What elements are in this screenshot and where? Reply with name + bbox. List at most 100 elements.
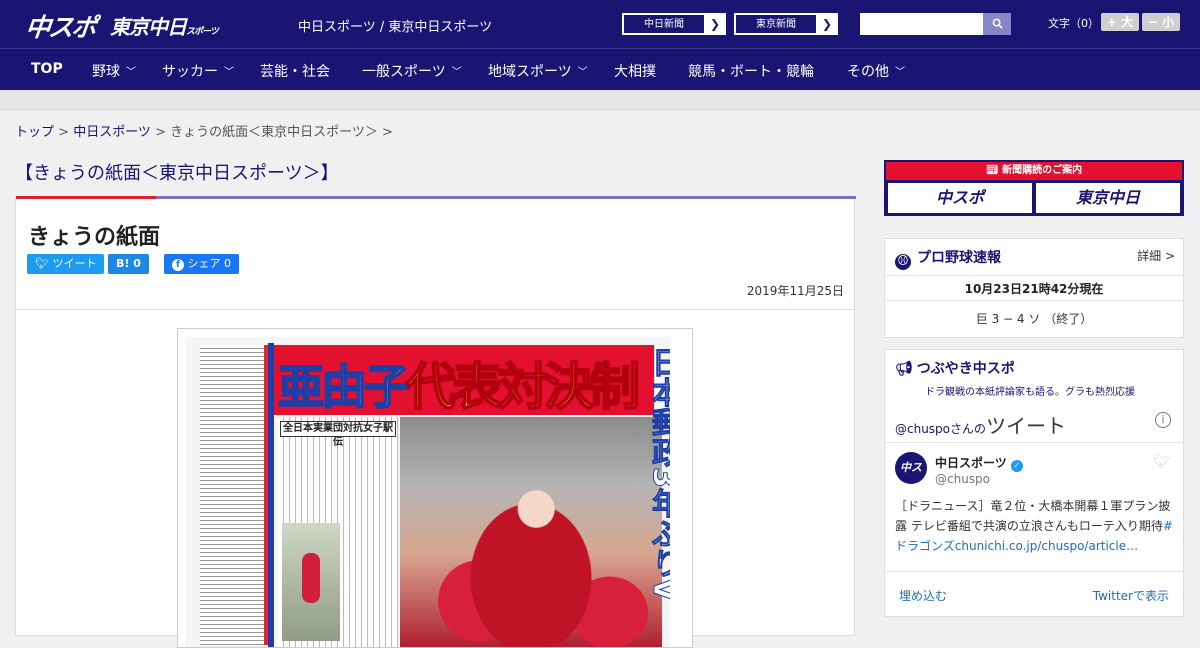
chevron-right-icon: ❯ [709, 17, 721, 31]
breadcrumb-chunichi-link[interactable]: 中日スポーツ [73, 125, 151, 140]
info-icon[interactable]: i [1155, 412, 1171, 428]
twitter-icon: 🐦︎ [35, 257, 49, 270]
chevron-down-icon: ﹀ [224, 67, 234, 78]
tokyo-logo-small: スポーツ [186, 27, 219, 37]
sub-nav-band [0, 90, 1200, 110]
twitter-widget-subtitle: ドラ観戦の本紙評論家も語る。グラも熱烈応援 [925, 387, 1135, 398]
chevron-down-icon: ﹀ [126, 67, 136, 78]
nav-label: 競馬・ボート・競輪 [688, 64, 814, 80]
baseball-timestamp: 10月23日21時42分現在 [964, 282, 1104, 296]
breadcrumb-current: きょうの紙面＜東京中日スポーツ＞ > [170, 125, 393, 140]
breadcrumb-separator: > [150, 125, 171, 140]
nav-item-soccer[interactable]: サッカー ﹀ [162, 61, 234, 81]
nav-item-sumo[interactable]: 大相撲 [614, 61, 656, 81]
avatar[interactable]: 中スポ [895, 452, 927, 506]
article-title: きょうの紙面 [28, 225, 161, 250]
tweet-author-handle[interactable]: @chuspo [935, 472, 990, 486]
newspaper-results-column [200, 345, 264, 645]
newspaper-celebration-photo [400, 417, 662, 647]
tweet-share-label: ツイート [52, 257, 97, 270]
article-date: 2019年11月25日 [746, 284, 844, 298]
facebook-icon: f [172, 259, 184, 271]
nav-item-top[interactable]: TOP [31, 61, 63, 77]
article-divider [16, 309, 854, 310]
verified-icon: ✓ [1010, 460, 1023, 472]
subscription-banner-label: 新聞購読のご案内 [1002, 165, 1083, 176]
twitter-widget-title-text: つぶやき中スポ [916, 361, 1015, 377]
subscription-banner[interactable]: 📰︎ 新聞購読のご案内 中スポ 東京中日 [884, 160, 1184, 216]
chuspo-logo[interactable]: 中スポ [24, 8, 96, 42]
font-smaller-button[interactable]: − 小 [1142, 13, 1180, 31]
site-name: 中日スポーツ / 東京中日スポーツ [298, 20, 493, 35]
chevron-down-icon: ﹀ [895, 67, 905, 78]
view-on-twitter-link[interactable]: Twitterで表示 [1093, 587, 1169, 604]
main-nav: TOP 野球 ﹀ サッカー ﹀ 芸能・社会 一般スポーツ ﹀ 地域スポーツ ﹀ 大相撲 … [0, 48, 1200, 90]
tweet-text: ［ドラニュース］竜２位・大橋本開幕１軍プラン披露 テレビ番組で共演の立浪さんもロ… [895, 499, 1171, 533]
breadcrumb-top-link[interactable]: トップ [15, 125, 54, 140]
tokyo-shimbun-label: 東京新聞 [735, 14, 817, 34]
article-topline [16, 196, 856, 199]
search-icon [992, 18, 1003, 29]
newspaper-headline-name: 亜由子 [277, 359, 411, 415]
nav-label: 一般スポーツ [362, 64, 446, 80]
chunichi-shimbun-label: 中日新聞 [623, 14, 705, 34]
chevron-down-icon: ﹀ [451, 67, 462, 78]
twitter-embed-handle[interactable]: @chuspo [895, 422, 950, 436]
facebook-share-button[interactable]: f シェア 0 [164, 254, 239, 274]
font-bigger-button[interactable]: + 大 [1101, 13, 1139, 31]
twitter-widget-title: 📢︎ つぶやき中スポ [895, 358, 1015, 378]
nav-label: 芸能・社会 [260, 64, 330, 80]
breadcrumb-separator: > [54, 125, 74, 140]
chevron-right-icon: ❯ [821, 17, 833, 31]
nav-item-general-sports[interactable]: 一般スポーツ ﹀ [362, 61, 462, 81]
baseball-details-link[interactable]: 詳細 > [1137, 247, 1175, 264]
twitter-bird-icon[interactable]: 🐦︎ [1153, 454, 1171, 470]
article-card: きょうの紙面 🐦︎ ツイート B! 0 f シェア 0 2019年11月25日 … [15, 196, 856, 648]
nav-item-racing[interactable]: 競馬・ボート・競輪 [688, 61, 814, 81]
twitter-embed: @chuspoさんのツイート i 中スポ 中日スポーツ ✓ @chuspo 🐦︎ … [885, 398, 1183, 618]
newspaper-icon: 📰︎ [985, 165, 999, 176]
newspaper-image-frame[interactable]: 亜由子 代表対決制す 全日本実業団対抗女子駅伝 日本郵政3年ぶりV [177, 328, 693, 648]
tweet-share-button[interactable]: 🐦︎ ツイート [27, 254, 105, 274]
search-button[interactable] [983, 13, 1011, 35]
search-input[interactable] [860, 13, 983, 35]
twitter-embed-tweet-word: ツイート [986, 414, 1067, 438]
nav-label: 野球 [92, 64, 120, 80]
newspaper-front-page-image: 亜由子 代表対決制す 全日本実業団対抗女子駅伝 日本郵政3年ぶりV [186, 337, 670, 647]
facebook-share-label: シェア 0 [187, 257, 232, 270]
subscription-banner-title: 📰︎ 新聞購読のご案内 [886, 162, 1182, 180]
baseball-score-card: ⚾︎ プロ野球速報 詳細 > 10月23日21時42分現在 巨 3 − 4 ソ （… [884, 238, 1184, 338]
twitter-embed-header: @chuspoさんのツイート [895, 410, 1066, 439]
article-topline-accent [16, 196, 156, 199]
chunichi-shimbun-button[interactable]: 中日新聞 ❯ [622, 13, 726, 35]
tokyo-shimbun-button[interactable]: 東京新聞 ❯ [734, 13, 838, 35]
tweet-author-name-text: 中日スポーツ [935, 456, 1007, 470]
baseball-title-text: プロ野球速報 [917, 250, 1001, 266]
nav-label: 地域スポーツ [488, 64, 572, 80]
chevron-down-icon: ﹀ [577, 67, 588, 78]
card-divider [885, 275, 1183, 276]
baseball-icon: ⚾︎ [895, 254, 911, 270]
newspaper-vertical-headline: 日本郵政3年ぶりV [646, 346, 671, 602]
tweet-author-name[interactable]: 中日スポーツ ✓ [935, 454, 1023, 472]
megaphone-icon: 📢︎ [895, 361, 913, 377]
baseball-card-title: ⚾︎ プロ野球速報 [895, 247, 1001, 270]
newspaper-subheadline: 全日本実業団対抗女子駅伝 [280, 421, 396, 448]
embed-link[interactable]: 埋め込む [899, 587, 947, 604]
tokyo-chunichi-logo[interactable]: 東京中日スポーツ [110, 11, 219, 40]
hatena-share-button[interactable]: B! 0 [108, 254, 149, 274]
page-heading: 【きょうの紙面＜東京中日スポーツ＞】 [15, 163, 339, 184]
font-size-label: 文字（0） [1048, 17, 1099, 30]
baseball-score[interactable]: 巨 3 − 4 ソ （終了） [885, 310, 1183, 327]
nav-item-other[interactable]: その他 ﹀ [847, 61, 905, 81]
nav-item-local-sports[interactable]: 地域スポーツ ﹀ [488, 61, 588, 81]
nav-item-baseball[interactable]: 野球 ﹀ [92, 61, 136, 81]
nav-item-entertainment[interactable]: 芸能・社会 [260, 61, 330, 81]
card-divider [885, 300, 1183, 301]
top-header: 中スポ 東京中日スポーツ 中日スポーツ / 東京中日スポーツ 中日新聞 ❯ 東京… [0, 0, 1200, 48]
newspaper-runner-photo [282, 523, 340, 641]
twitter-widget-card: 📢︎ つぶやき中スポ ドラ観戦の本紙評論家も語る。グラも熱烈応援 @chuspoさ… [884, 349, 1184, 617]
breadcrumb: トップ > 中日スポーツ > きょうの紙面＜東京中日スポーツ＞ > [15, 121, 393, 140]
tokyo-logo-text: 東京中日 [110, 15, 187, 39]
nav-label: TOP [31, 61, 63, 77]
